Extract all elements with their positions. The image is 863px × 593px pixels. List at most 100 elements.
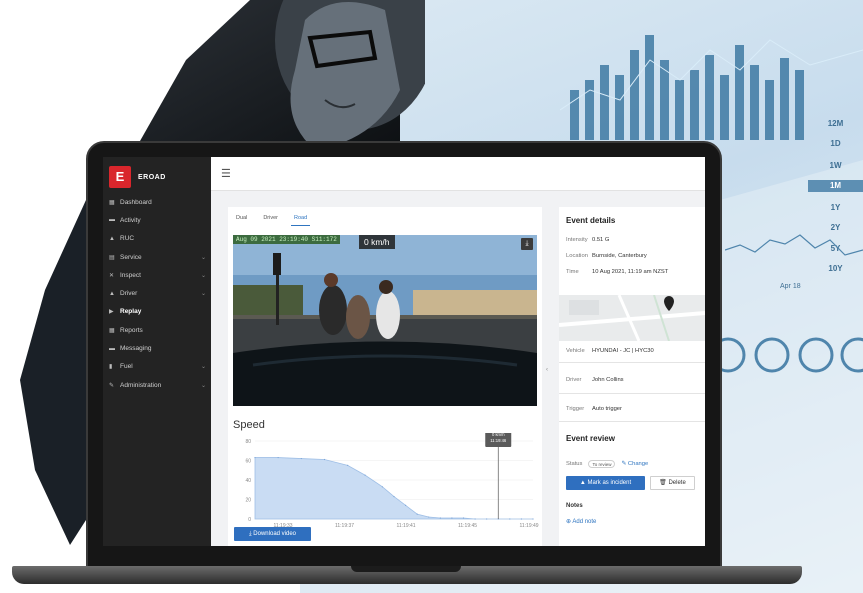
sidebar-item-label: Administration	[120, 381, 162, 389]
range-label: 12M	[827, 119, 844, 128]
sidebar-item-label: Replay	[120, 308, 142, 316]
detail-value: HYUNDAI - JC | HYC30	[592, 348, 654, 354]
chart-tooltip-text: 0 km/h	[492, 433, 505, 437]
event-details-title: Event details	[566, 216, 616, 225]
notes-label: Notes	[566, 503, 583, 509]
add-note-button[interactable]: ⊕ Add note	[566, 518, 596, 525]
y-tick-label: 60	[245, 459, 251, 465]
camera-tabs: Dual Driver Road	[233, 212, 311, 226]
detail-row-vehicle: Vehicle HYUNDAI - JC | HYC30	[566, 348, 654, 358]
detail-row-intensity: Intensity 0.51 G	[566, 237, 609, 247]
range-label: 1W	[829, 161, 842, 170]
event-location-map[interactable]	[559, 295, 705, 341]
divider	[559, 393, 705, 394]
sidebar-item-driver[interactable]: ▲ Driver ⌄	[103, 284, 211, 302]
sidebar-item-label: Activity	[120, 216, 141, 224]
speed-data-point	[347, 464, 349, 466]
messaging-icon: ▬	[109, 345, 115, 352]
sidebar: E EROAD ▦ Dashboard ▬ Activity ▲ RUC ▤ S…	[103, 157, 211, 546]
sidebar-item-ruc[interactable]: ▲ RUC	[103, 230, 211, 248]
marketing-image: 12M 1D 1W 1M 1Y 2Y 5Y 10Y Apr 18 E EROAD…	[0, 0, 863, 593]
fuel-icon: ▮	[109, 364, 113, 371]
speed-data-point	[254, 456, 256, 459]
sidebar-item-messaging[interactable]: ▬ Messaging	[103, 339, 211, 357]
detail-key: Location	[566, 253, 588, 259]
speed-data-point	[416, 513, 418, 515]
speed-data-point	[509, 518, 511, 520]
divider	[559, 421, 705, 422]
speed-data-point	[474, 518, 476, 520]
chevron-down-icon: ⌄	[201, 382, 207, 389]
detail-key: Vehicle	[566, 348, 585, 354]
replay-card: Dual Driver Road Aug 09 2021 23:19:40 S1…	[228, 207, 542, 546]
range-label-active: 1M	[808, 180, 863, 192]
sidebar-item-label: RUC	[120, 235, 135, 243]
speed-data-point	[323, 458, 326, 461]
sidebar-item-fuel[interactable]: ▮ Fuel ⌄	[103, 358, 211, 376]
speed-chart-title: Speed	[233, 419, 265, 431]
speed-data-point	[404, 504, 407, 506]
download-video-button[interactable]: ⤓ Download video	[234, 527, 311, 541]
inspect-icon: ✕	[109, 272, 115, 279]
service-icon: ▤	[109, 254, 115, 261]
event-review-title: Event review	[566, 434, 615, 443]
speed-data-point	[486, 518, 488, 520]
collapse-panel-icon[interactable]: ‹	[546, 367, 548, 373]
tab-dual[interactable]: Dual	[233, 212, 250, 226]
sidebar-item-label: Fuel	[120, 363, 133, 371]
brand-name: EROAD	[138, 173, 166, 181]
dashcam-frame-image	[233, 235, 537, 406]
y-tick-label: 40	[245, 478, 251, 484]
laptop-screen: E EROAD ▦ Dashboard ▬ Activity ▲ RUC ▤ S…	[103, 157, 705, 546]
activity-icon: ▬	[109, 217, 115, 224]
detail-value: 10 Aug 2021, 11:19 am NZST	[592, 269, 669, 275]
sidebar-item-replay[interactable]: ▶ Replay	[103, 303, 211, 321]
speed-data-point	[520, 518, 523, 520]
dashcam-video[interactable]: Aug 09 2021 23:19:40 S11:172 0 km/h ⤓	[233, 235, 537, 406]
sidebar-item-service[interactable]: ▤ Service ⌄	[103, 248, 211, 266]
change-status-link[interactable]: ✎ Change	[621, 461, 648, 467]
status-badge: To review	[588, 460, 616, 468]
sidebar-item-inspect[interactable]: ✕ Inspect ⌄	[103, 266, 211, 284]
delete-button[interactable]: 🗑 Delete	[650, 476, 695, 490]
review-status-row: Status To review ✎ Change	[566, 459, 648, 469]
speed-area-series	[254, 457, 533, 520]
detail-value: 0.51 G	[592, 237, 610, 243]
status-key: Status	[566, 461, 583, 467]
speed-data-point	[428, 516, 430, 518]
x-tick-label: 11:19:49	[519, 523, 538, 529]
laptop-notch	[351, 566, 461, 572]
speed-data-point	[393, 495, 395, 498]
sidebar-item-reports[interactable]: ▦ Reports	[103, 321, 211, 339]
download-icon[interactable]: ⤓	[521, 238, 533, 250]
brand[interactable]: E EROAD	[109, 166, 166, 188]
sidebar-item-dashboard[interactable]: ▦ Dashboard	[103, 193, 211, 211]
background-line-chart	[725, 234, 863, 256]
detail-row-location: Location Burnside, Canterbury	[566, 253, 647, 263]
reports-icon: ▦	[109, 327, 115, 334]
speed-chart[interactable]: 02040608011:19:33 11:19:37 11:19:41 11:19:4…	[233, 433, 539, 535]
tab-driver[interactable]: Driver	[260, 212, 281, 226]
y-tick-label: 20	[245, 498, 251, 504]
sidebar-item-label: Dashboard	[120, 198, 152, 206]
menu-icon[interactable]: ☰	[221, 167, 231, 180]
x-tick-label: 11:19:37	[335, 523, 354, 529]
event-panel: Event details Intensity 0.51 G Location …	[559, 207, 705, 546]
mark-as-incident-button[interactable]: ▲ Mark as incident	[566, 476, 645, 490]
top-bar: ☰	[211, 157, 705, 191]
detail-value: Auto trigger	[592, 406, 622, 412]
speed-data-point	[462, 517, 465, 519]
speed-data-point	[451, 517, 453, 519]
sidebar-item-activity[interactable]: ▬ Activity	[103, 211, 211, 229]
divider	[559, 362, 705, 363]
speed-data-point	[300, 457, 302, 460]
map-image	[559, 295, 705, 341]
eroad-logo-icon: E	[109, 166, 131, 188]
chevron-down-icon: ⌄	[201, 254, 207, 261]
range-label: 1D	[830, 139, 841, 148]
detail-key: Time	[566, 269, 579, 275]
tab-road[interactable]: Road	[290, 212, 311, 226]
detail-row-time: Time 10 Aug 2021, 11:19 am NZST	[566, 269, 668, 279]
sidebar-item-administration[interactable]: ✎ Administration ⌄	[103, 376, 211, 394]
chevron-down-icon: ⌄	[201, 291, 207, 298]
